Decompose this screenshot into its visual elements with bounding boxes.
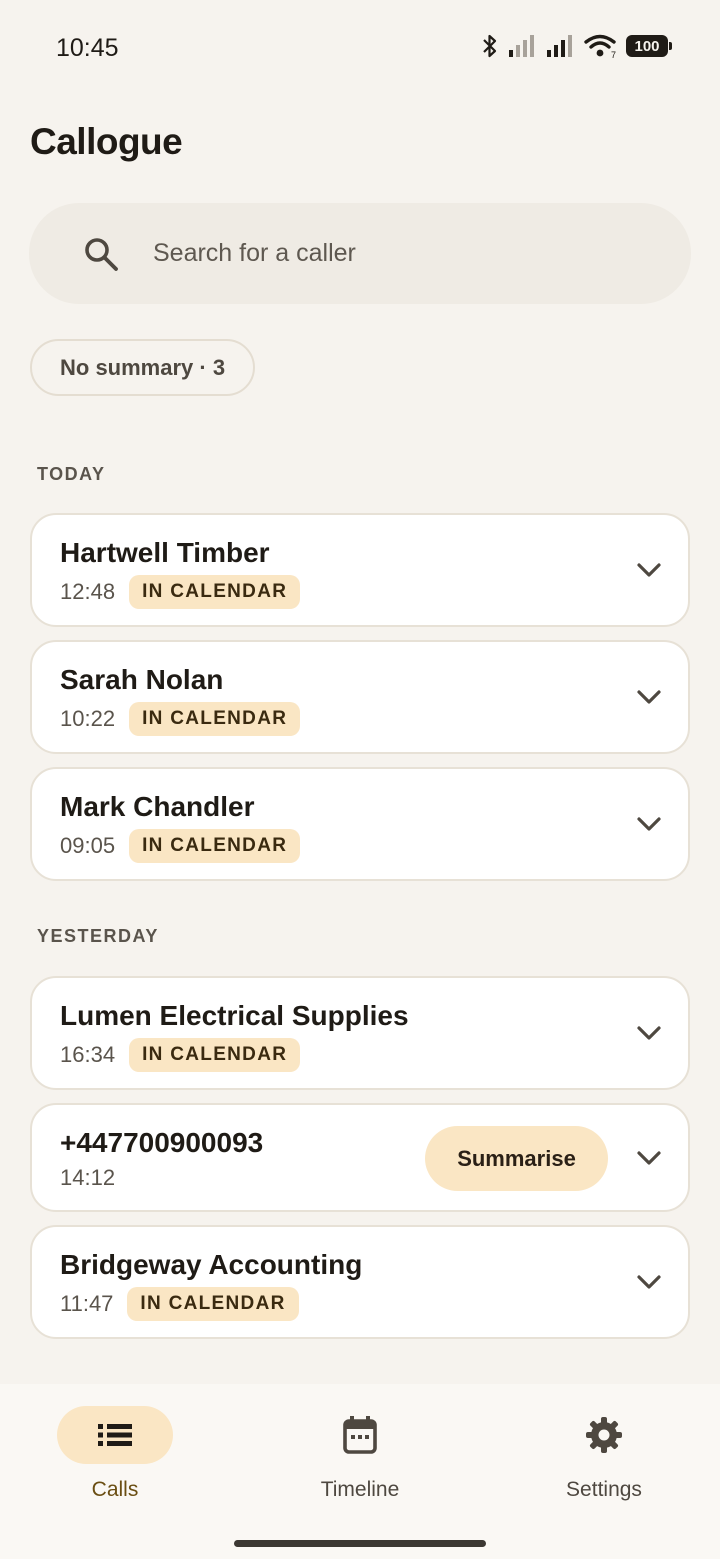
call-meta: 10:22 IN CALENDAR [60,702,301,736]
call-card[interactable]: Sarah Nolan 10:22 IN CALENDAR [30,640,690,754]
chevron-down-icon[interactable] [636,685,662,709]
nav-label-settings: Settings [566,1478,642,1501]
call-card[interactable]: Lumen Electrical Supplies 16:34 IN CALEN… [30,976,690,1090]
chevron-down-icon[interactable] [636,558,662,582]
nav-item-calls[interactable]: Calls [35,1406,195,1502]
nav-label-calls: Calls [91,1478,139,1501]
calendar-badge: IN CALENDAR [129,702,301,736]
call-card[interactable]: Bridgeway Accounting 11:47 IN CALENDAR [30,1225,690,1339]
call-time: 16:34 [60,1042,116,1067]
calendar-icon [343,1416,377,1454]
caller-name: Sarah Nolan [60,664,224,695]
bottom-nav: Calls Timeline Settings [0,1384,720,1559]
call-card[interactable]: Hartwell Timber 12:48 IN CALENDAR [30,513,690,627]
call-meta: 12:48 IN CALENDAR [60,575,301,609]
caller-name: Mark Chandler [60,791,255,822]
nav-pill-calls [57,1406,173,1464]
call-meta: 14:12 [60,1165,115,1191]
call-time: 10:22 [60,706,116,731]
page-title: Callogue [30,121,183,162]
call-card[interactable]: Mark Chandler 09:05 IN CALENDAR [30,767,690,881]
signal-icon [509,35,534,57]
search-input[interactable] [153,233,633,273]
nav-item-settings[interactable]: Settings [524,1406,684,1502]
svg-text:7: 7 [611,50,616,58]
nav-pill-settings [546,1406,662,1464]
call-time: 09:05 [60,833,116,858]
wifi-icon: 7 [584,34,616,58]
search-bar[interactable] [29,203,691,304]
caller-name: Bridgeway Accounting [60,1249,363,1280]
gear-icon [586,1417,622,1453]
filter-chip-no-summary[interactable]: No summary · 3 [30,339,256,396]
calendar-badge: IN CALENDAR [129,575,301,609]
filter-chip-label: No summary · 3 [60,354,226,380]
battery-icon: 100 [626,35,672,57]
section-label-yesterday: YESTERDAY [37,926,159,946]
chevron-down-icon[interactable] [636,1270,662,1294]
status-time: 10:45 [56,34,119,62]
nav-item-timeline[interactable]: Timeline [280,1406,440,1502]
calendar-badge: IN CALENDAR [129,829,301,863]
call-time: 12:48 [60,579,116,604]
chevron-down-icon[interactable] [636,812,662,836]
status-bar: 10:45 7 100 [0,0,720,96]
chevron-down-icon[interactable] [636,1146,662,1170]
list-icon [98,1424,132,1446]
section-label-today: TODAY [37,464,106,484]
calendar-badge: IN CALENDAR [127,1287,299,1321]
caller-name: Hartwell Timber [60,537,270,568]
home-indicator[interactable] [234,1540,486,1547]
call-time: 11:47 [60,1291,114,1316]
caller-name: Lumen Electrical Supplies [60,1000,409,1031]
caller-name: +447700900093 [60,1127,264,1158]
nav-label-timeline: Timeline [320,1478,400,1501]
calls-screen: 10:45 7 100 Callogue Search for a caller… [0,0,720,1559]
status-icons: 7 100 [480,33,672,59]
bluetooth-icon [483,34,497,58]
call-card[interactable]: +447700900093 14:12 Summarise [30,1103,690,1212]
summarise-button[interactable]: Summarise [425,1126,608,1191]
calendar-badge: IN CALENDAR [129,1038,301,1072]
call-meta: 09:05 IN CALENDAR [60,829,301,863]
nav-pill-timeline [302,1406,418,1464]
chevron-down-icon[interactable] [636,1021,662,1045]
call-meta: 16:34 IN CALENDAR [60,1038,301,1072]
call-meta: 11:47 IN CALENDAR [60,1287,299,1321]
search-icon [85,238,118,271]
signal-icon [547,35,572,57]
call-time: 14:12 [60,1165,116,1190]
